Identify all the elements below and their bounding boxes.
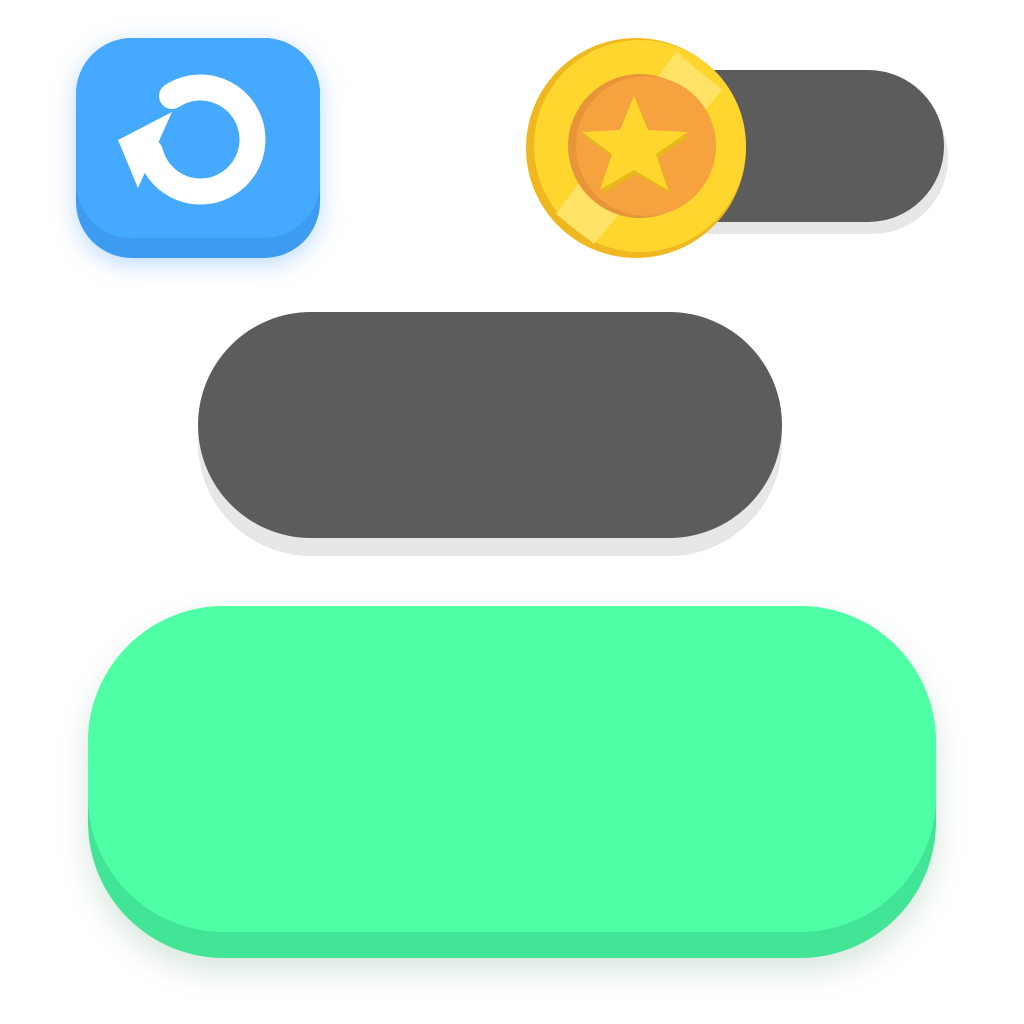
coin-count	[750, 70, 930, 222]
green-play-button[interactable]	[88, 606, 936, 958]
restart-button[interactable]	[76, 38, 320, 258]
coin-counter	[526, 38, 950, 258]
dark-pill-label	[198, 312, 782, 538]
green-button-label	[88, 606, 936, 932]
restart-button-face	[76, 38, 320, 238]
restart-icon	[118, 74, 266, 205]
coin-star-icon	[526, 38, 746, 258]
game-ui-screen	[0, 0, 1024, 1024]
dark-pill-panel	[198, 312, 782, 538]
green-button-face	[88, 606, 936, 932]
